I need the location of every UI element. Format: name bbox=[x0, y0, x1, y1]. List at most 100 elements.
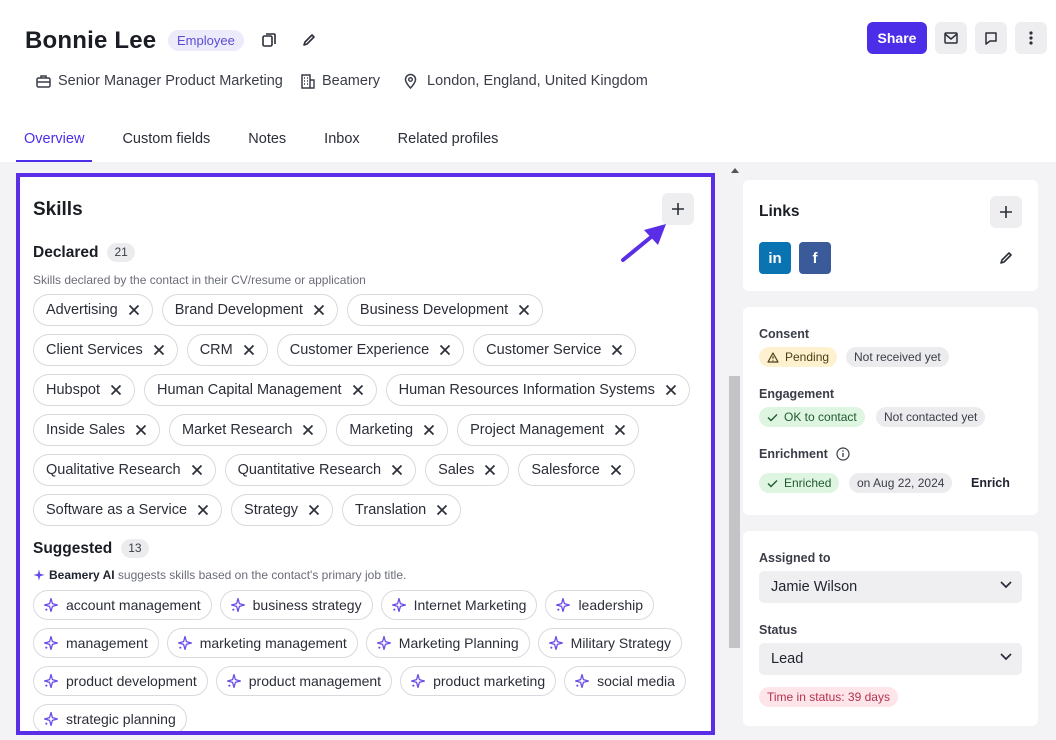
skills-title: Skills bbox=[33, 199, 83, 220]
declared-skill-chip: Hubspot bbox=[33, 374, 136, 406]
remove-skill-icon[interactable] bbox=[391, 464, 403, 476]
tab-notes[interactable]: Notes bbox=[240, 122, 294, 162]
mail-icon bbox=[944, 32, 958, 44]
edit-links-icon[interactable] bbox=[998, 250, 1014, 271]
share-button[interactable]: Share bbox=[867, 22, 927, 54]
chat-icon bbox=[985, 32, 997, 45]
remove-skill-icon[interactable] bbox=[153, 344, 165, 356]
job-title-text: Senior Manager Product Marketing bbox=[58, 73, 283, 89]
declared-skill-chip: CRM bbox=[186, 334, 268, 366]
remove-skill-icon[interactable] bbox=[308, 504, 320, 516]
tab-inbox[interactable]: Inbox bbox=[316, 122, 367, 162]
enrichment-date-badge: on Aug 22, 2024 bbox=[849, 473, 953, 493]
declared-skill-chip: Brand Development bbox=[161, 294, 338, 326]
skill-label: strategic planning bbox=[66, 711, 176, 727]
remove-skill-icon[interactable] bbox=[484, 464, 496, 476]
skill-label: Marketing Planning bbox=[398, 635, 519, 651]
declared-skill-chip: Strategy bbox=[231, 494, 334, 526]
ai-sparkle-icon bbox=[44, 636, 58, 650]
company-text: Beamery bbox=[322, 73, 381, 89]
declared-description: Skills declared by the contact in their … bbox=[33, 273, 366, 287]
more-button[interactable] bbox=[1015, 22, 1047, 54]
declared-skill-chip: Business Development bbox=[346, 294, 544, 326]
skill-label: account management bbox=[66, 597, 201, 613]
remove-skill-icon[interactable] bbox=[302, 424, 314, 436]
remove-skill-icon[interactable] bbox=[352, 384, 364, 396]
copy-icon[interactable] bbox=[259, 30, 279, 50]
scroll-up-arrow-icon[interactable] bbox=[731, 168, 739, 173]
declared-skill-chip: Translation bbox=[342, 494, 462, 526]
email-button[interactable] bbox=[935, 22, 967, 54]
declared-skill-chip: Software as a Service bbox=[33, 494, 223, 526]
ai-sparkle-icon bbox=[556, 598, 571, 612]
suggested-skill-chip[interactable]: management bbox=[33, 628, 159, 658]
skill-label: Military Strategy bbox=[570, 635, 672, 651]
remove-skill-icon[interactable] bbox=[665, 384, 677, 396]
suggested-skill-chip[interactable]: product marketing bbox=[400, 666, 557, 696]
remove-skill-icon[interactable] bbox=[439, 344, 451, 356]
assignment-card: Assigned to Jamie Wilson Status Lead Tim… bbox=[743, 531, 1038, 726]
facebook-icon[interactable]: f bbox=[799, 242, 831, 274]
declared-heading: Declared 21 bbox=[33, 243, 135, 262]
consent-status-badge: Pending bbox=[759, 347, 838, 367]
skill-label: Project Management bbox=[470, 422, 604, 438]
suggested-skill-chip[interactable]: product development bbox=[33, 666, 208, 696]
info-icon[interactable] bbox=[836, 447, 850, 461]
remove-skill-icon[interactable] bbox=[423, 424, 435, 436]
remove-skill-icon[interactable] bbox=[313, 304, 325, 316]
skill-label: Market Research bbox=[182, 422, 293, 438]
suggested-skill-chip[interactable]: Internet Marketing bbox=[380, 590, 538, 620]
remove-skill-icon[interactable] bbox=[436, 504, 448, 516]
remove-skill-icon[interactable] bbox=[611, 344, 623, 356]
remove-skill-icon[interactable] bbox=[110, 384, 122, 396]
suggested-skill-chip[interactable]: social media bbox=[564, 666, 686, 696]
skill-label: leadership bbox=[578, 597, 644, 613]
scrollbar-thumb[interactable] bbox=[729, 376, 740, 648]
skill-label: Customer Service bbox=[486, 342, 602, 358]
tab-overview[interactable]: Overview bbox=[16, 122, 93, 162]
suggested-skill-chip[interactable]: product management bbox=[215, 666, 393, 696]
suggested-skill-chip[interactable]: business strategy bbox=[219, 590, 373, 620]
ai-sparkle-icon bbox=[177, 636, 192, 650]
suggested-skill-chip[interactable]: Marketing Planning bbox=[365, 628, 530, 658]
remove-skill-icon[interactable] bbox=[191, 464, 203, 476]
remove-skill-icon[interactable] bbox=[135, 424, 147, 436]
enrich-button[interactable]: Enrich bbox=[971, 476, 1010, 490]
status-select[interactable]: Lead bbox=[759, 643, 1022, 675]
remove-skill-icon[interactable] bbox=[128, 304, 140, 316]
declared-skill-chip: Customer Service bbox=[473, 334, 637, 366]
suggested-description: Beamery AI suggests skills based on the … bbox=[33, 568, 406, 582]
warning-icon bbox=[767, 351, 779, 363]
skill-label: Salesforce bbox=[531, 462, 600, 478]
message-button[interactable] bbox=[975, 22, 1007, 54]
remove-skill-icon[interactable] bbox=[197, 504, 209, 516]
suggested-skill-chip[interactable]: strategic planning bbox=[33, 704, 187, 731]
remove-skill-icon[interactable] bbox=[610, 464, 622, 476]
suggested-skill-chip[interactable]: Military Strategy bbox=[537, 628, 683, 658]
suggested-skill-chip[interactable]: account management bbox=[33, 590, 212, 620]
edit-icon[interactable] bbox=[299, 30, 319, 50]
skill-label: Business Development bbox=[359, 302, 509, 318]
profile-header: Bonnie Lee Employee Senior Manager Produ… bbox=[0, 0, 1056, 162]
check-icon bbox=[767, 479, 778, 487]
remove-skill-icon[interactable] bbox=[243, 344, 255, 356]
tab-custom-fields[interactable]: Custom fields bbox=[114, 122, 218, 162]
add-link-button[interactable] bbox=[990, 196, 1022, 228]
ai-sparkle-icon bbox=[226, 674, 241, 688]
suggested-skill-chip[interactable]: marketing management bbox=[166, 628, 358, 658]
declared-skill-chip: Sales bbox=[425, 454, 510, 486]
suggested-skill-chip[interactable]: leadership bbox=[545, 590, 655, 620]
declared-count: 21 bbox=[107, 243, 135, 262]
skill-label: Software as a Service bbox=[46, 502, 188, 518]
skill-label: Qualitative Research bbox=[46, 462, 181, 478]
skill-label: management bbox=[66, 635, 148, 651]
ai-sparkle-icon bbox=[230, 598, 245, 612]
engagement-detail-badge: Not contacted yet bbox=[876, 407, 986, 427]
job-title: Senior Manager Product Marketing bbox=[36, 73, 283, 89]
remove-skill-icon[interactable] bbox=[518, 304, 530, 316]
linkedin-icon[interactable]: in bbox=[759, 242, 791, 274]
assigned-to-select[interactable]: Jamie Wilson bbox=[759, 571, 1022, 603]
time-in-status-badge: Time in status: 39 days bbox=[759, 687, 898, 707]
tab-related-profiles[interactable]: Related profiles bbox=[390, 122, 507, 162]
remove-skill-icon[interactable] bbox=[614, 424, 626, 436]
